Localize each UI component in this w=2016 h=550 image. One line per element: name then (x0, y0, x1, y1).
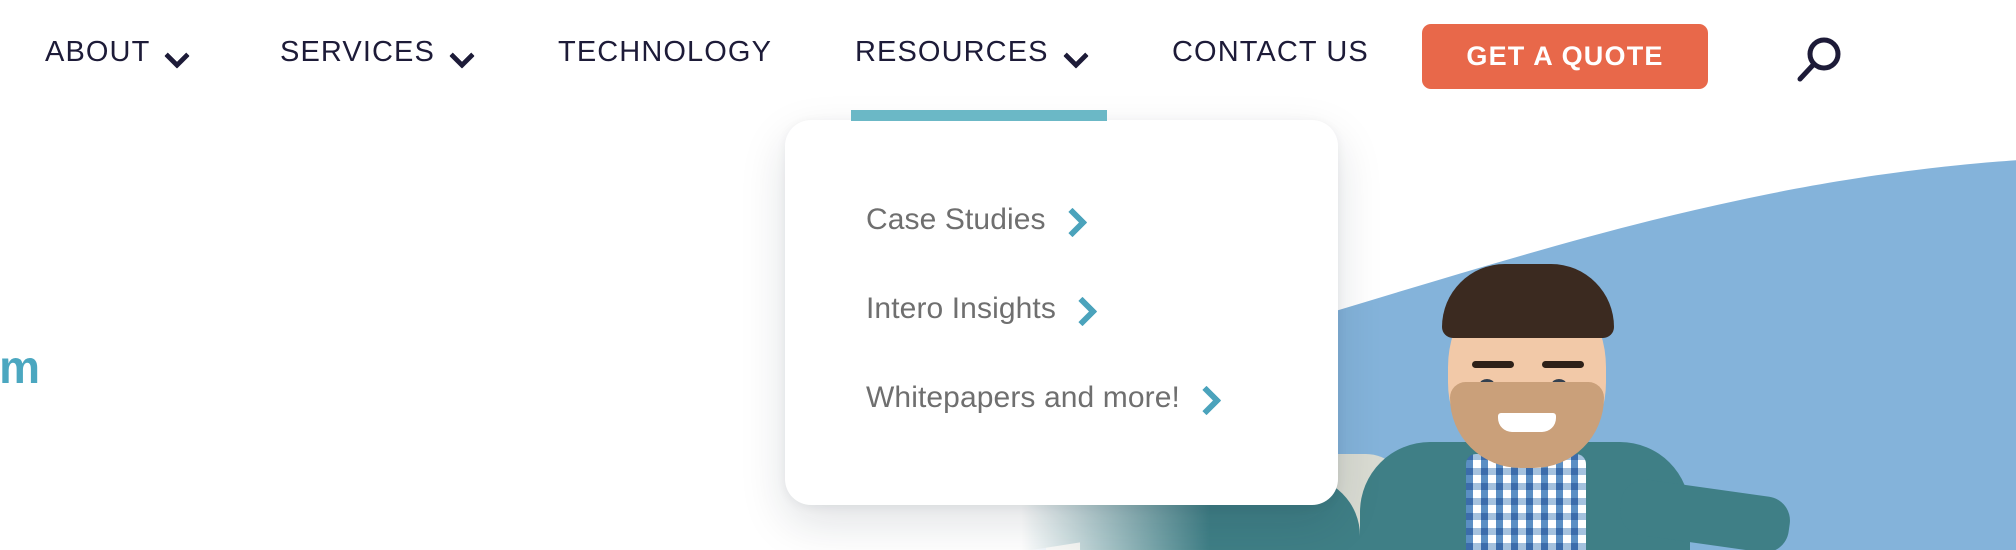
chevron-right-icon (1072, 294, 1090, 324)
nav-item-label: ABOUT (45, 36, 151, 68)
hero-headline-fragment: am (0, 341, 40, 393)
nav-item-about[interactable]: ABOUT (45, 36, 186, 69)
chevron-right-icon (1062, 205, 1080, 235)
nav-item-label: RESOURCES (855, 36, 1049, 68)
chevron-down-icon (166, 47, 186, 59)
nav-item-contact-us[interactable]: CONTACT US (1172, 36, 1369, 69)
active-nav-underline (851, 110, 1107, 121)
dropdown-item-label: Intero Insights (866, 291, 1056, 325)
nav-item-label: SERVICES (280, 36, 435, 68)
nav-item-technology[interactable]: TECHNOLOGY (558, 36, 772, 69)
nav-item-label: CONTACT US (1172, 36, 1369, 68)
nav-item-label: TECHNOLOGY (558, 36, 773, 68)
nav-item-resources[interactable]: RESOURCES (855, 36, 1085, 69)
nav-item-services[interactable]: SERVICES (280, 36, 471, 69)
resources-dropdown-panel: Case Studies Intero Insights Whitepapers… (785, 120, 1338, 505)
dropdown-item-label: Whitepapers and more! (866, 380, 1180, 414)
chevron-down-icon (451, 47, 471, 59)
dropdown-list: Case Studies Intero Insights Whitepapers… (866, 197, 1296, 464)
page-root: am ABOUT SERVICES TECHNOLOGY RESOURCES C… (0, 0, 2016, 550)
nav-inner: ABOUT SERVICES TECHNOLOGY RESOURCES CONT… (0, 0, 2016, 112)
chevron-right-icon (1196, 383, 1214, 413)
person-right (1360, 210, 1794, 550)
dropdown-item-label: Case Studies (866, 202, 1046, 236)
main-navigation: ABOUT SERVICES TECHNOLOGY RESOURCES CONT… (0, 0, 2016, 112)
chevron-down-icon (1065, 47, 1085, 59)
dropdown-item-whitepapers[interactable]: Whitepapers and more! (866, 375, 1296, 420)
dropdown-item-intero-insights[interactable]: Intero Insights (866, 286, 1296, 331)
dropdown-item-case-studies[interactable]: Case Studies (866, 197, 1296, 242)
get-a-quote-button[interactable]: GET A QUOTE (1422, 24, 1708, 89)
search-icon (1792, 34, 1846, 88)
search-button[interactable] (1792, 34, 1846, 88)
